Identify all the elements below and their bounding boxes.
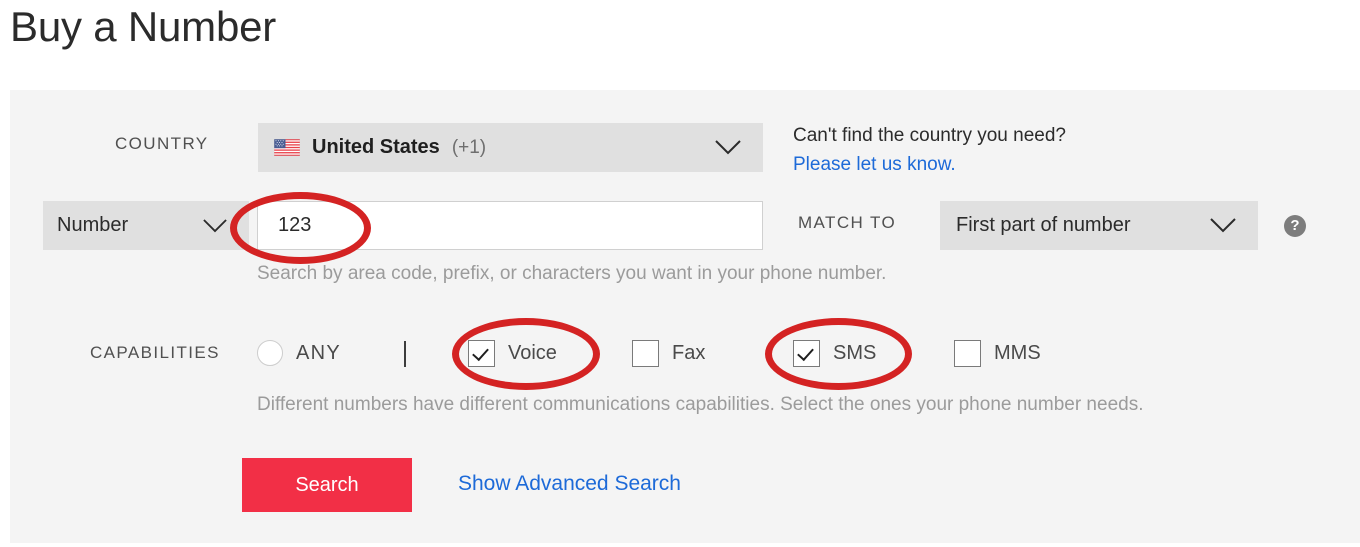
capabilities-hint-text: Different numbers have different communi… <box>257 394 1144 415</box>
capability-mms-label: MMS <box>994 342 1041 364</box>
radio-icon <box>257 340 283 366</box>
capability-any-radio[interactable]: ANY <box>257 340 341 366</box>
page-title: Buy a Number <box>10 3 277 50</box>
capability-voice-checkbox[interactable]: Voice <box>468 340 557 367</box>
capabilities-divider <box>404 341 406 367</box>
capability-any-label: ANY <box>296 341 342 364</box>
country-help-question: Can't find the country you need? <box>793 125 1066 146</box>
question-mark-icon[interactable]: ? <box>1284 215 1306 237</box>
search-button[interactable]: Search <box>242 458 412 512</box>
country-select[interactable]: United States (+1) <box>258 123 763 172</box>
number-type-select[interactable]: Number <box>43 201 249 250</box>
capability-fax-checkbox[interactable]: Fax <box>632 340 705 367</box>
capability-mms-checkbox[interactable]: MMS <box>954 340 1041 367</box>
checkbox-icon <box>954 340 981 367</box>
country-label: COUNTRY <box>115 134 209 153</box>
chevron-down-icon <box>715 140 741 155</box>
show-advanced-search-link[interactable]: Show Advanced Search <box>458 472 681 496</box>
capability-sms-label: SMS <box>833 342 877 364</box>
match-to-label: MATCH TO <box>798 213 897 232</box>
country-help-text: Can't find the country you need? Please … <box>793 121 1066 179</box>
capability-fax-label: Fax <box>672 342 706 364</box>
checkbox-checked-icon <box>468 340 495 367</box>
country-help-link[interactable]: Please let us know. <box>793 154 956 175</box>
checkbox-icon <box>632 340 659 367</box>
chevron-down-icon <box>1210 218 1236 233</box>
country-dial-code: (+1) <box>451 136 487 158</box>
number-type-value: Number <box>57 214 129 236</box>
capability-voice-label: Voice <box>508 342 557 364</box>
us-flag-icon <box>274 139 300 156</box>
number-search-input[interactable] <box>278 214 718 237</box>
match-to-value: First part of number <box>956 214 1131 236</box>
capability-sms-checkbox[interactable]: SMS <box>793 340 876 367</box>
match-to-select[interactable]: First part of number <box>940 201 1258 250</box>
chevron-down-icon <box>203 218 227 232</box>
number-hint-text: Search by area code, prefix, or characte… <box>257 263 887 284</box>
checkbox-checked-icon <box>793 340 820 367</box>
capabilities-label: CAPABILITIES <box>90 343 220 362</box>
number-search-field[interactable] <box>257 201 763 250</box>
country-selected-value: United States <box>312 136 440 158</box>
